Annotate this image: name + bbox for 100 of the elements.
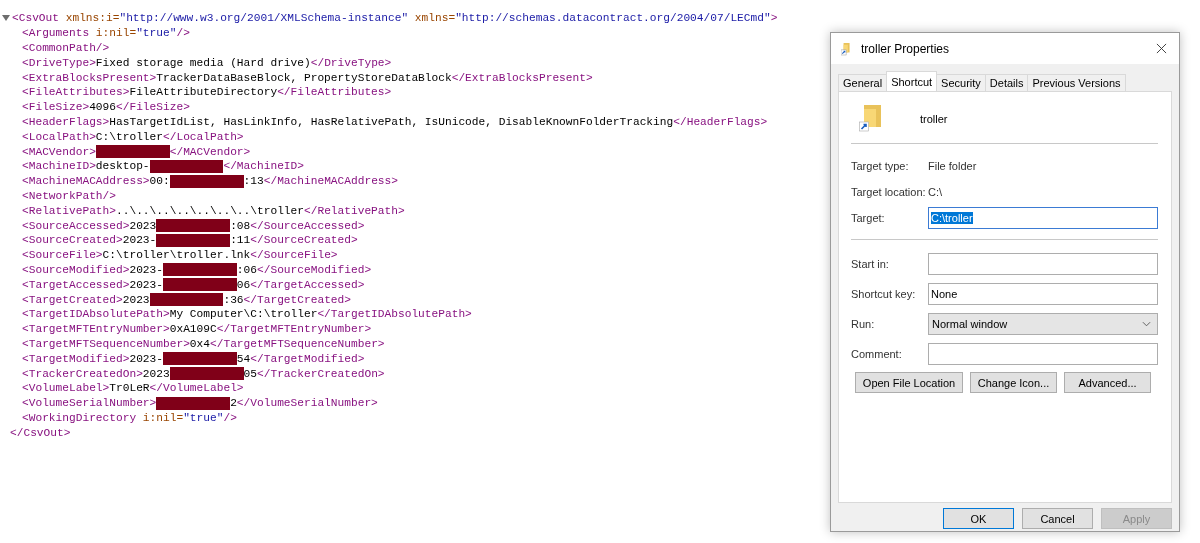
field-value: File folder	[928, 160, 977, 172]
xml-token: 00:	[149, 174, 170, 189]
xml-token: </SourceModified>	[257, 262, 372, 277]
xml-token: C:\troller\troller.lnk	[102, 248, 251, 263]
xml-token: </LocalPath>	[163, 129, 244, 144]
xml-token: "http://schemas.datacontract.org/2004/07/LECmd"	[455, 11, 771, 26]
xml-token: <TargetIDAbsolutePath>	[22, 307, 170, 322]
xml-token: <MachineID>	[22, 159, 96, 174]
xml-token: <LocalPath>	[22, 129, 96, 144]
xml-token: <FileSize>	[22, 100, 90, 115]
field-label: Target type:	[851, 160, 910, 172]
xml-token: </FileSize>	[116, 100, 190, 115]
shortcut-folder-icon	[859, 104, 883, 133]
xml-token: 05	[243, 366, 257, 381]
action-button[interactable]: Change Icon...	[970, 372, 1057, 393]
xml-token: 2023	[122, 292, 150, 307]
xml-token: <HeaderFlags>	[22, 114, 110, 129]
xml-token: :08	[230, 218, 251, 233]
xml-token: <SourceModified>	[22, 262, 130, 277]
xml-token: </FileAttributes>	[277, 85, 392, 100]
xml-token: i:nil=	[141, 410, 184, 425]
xml-token: Tr0LeR	[109, 381, 150, 396]
dialog-button[interactable]: Cancel	[1022, 508, 1093, 529]
shortcut-name: troller	[920, 112, 948, 125]
xml-token: </CsvOut>	[10, 425, 71, 440]
xml-token: xmlns=	[413, 11, 456, 26]
dialog-tab[interactable]: Previous Versions	[1027, 74, 1126, 91]
xml-token: FileAttributeDirectory	[129, 85, 278, 100]
close-icon[interactable]	[1156, 43, 1167, 54]
dropdown-chevron-icon	[1142, 321, 1151, 327]
dialog-tab[interactable]: Security	[936, 74, 986, 91]
xml-token: "http://www.w3.org/2001/XMLSchema-instance"	[119, 11, 409, 26]
xml-token: 2023-	[122, 233, 157, 248]
xml-token: <SourceCreated>	[22, 233, 123, 248]
input-field[interactable]	[928, 253, 1158, 275]
xml-token: 2023	[142, 366, 170, 381]
dialog-tab[interactable]: General	[838, 74, 888, 91]
xml-token: desktop-	[95, 159, 150, 174]
xml-token: </VolumeSerialNumber>	[236, 396, 378, 411]
xml-token: <MachineMACAddress>	[22, 174, 150, 189]
xml-token: <CommonPath/>	[22, 41, 110, 55]
xml-token: 0xA109C	[169, 322, 217, 337]
xml-token: 2	[230, 396, 237, 411]
xml-token: </SourceFile>	[250, 248, 338, 263]
xml-token: <SourceFile>	[22, 248, 103, 263]
xml-token: </TargetMFTEntryNumber>	[216, 322, 372, 337]
xml-token: </ExtraBlocksPresent>	[451, 70, 593, 85]
xml-token: </MachineMACAddress>	[263, 174, 398, 189]
dialog-button[interactable]: OK	[943, 508, 1014, 529]
input-field[interactable]: None	[928, 283, 1158, 305]
xml-token: </MACVendor>	[169, 144, 251, 159]
field-label: Run:	[851, 318, 876, 330]
xml-token: </RelativePath>	[304, 203, 405, 218]
xml-token: TrackerDataBaseBlock, PropertyStoreDataBlock	[156, 70, 452, 85]
xml-token: </SourceCreated>	[250, 233, 358, 248]
xml-token: <TargetModified>	[22, 351, 130, 366]
run-dropdown[interactable]: Normal window	[928, 313, 1158, 335]
dialog-tab[interactable]: Shortcut	[886, 71, 938, 91]
xml-token: <FileAttributes>	[22, 85, 130, 100]
xml-token: >	[770, 11, 778, 26]
xml-token: </TargetMFTSequenceNumber>	[210, 336, 385, 351]
xml-token: :11	[230, 233, 251, 248]
xml-token: <Arguments	[22, 26, 90, 41]
xml-token: <VolumeSerialNumber>	[22, 396, 157, 411]
action-button[interactable]: Open File Location	[855, 372, 963, 393]
xml-token: <VolumeLabel>	[22, 381, 110, 396]
xml-token: </VolumeLabel>	[149, 381, 244, 396]
xml-token: 54	[236, 351, 251, 366]
xml-token: 0x4	[189, 336, 210, 351]
xml-token: 2023-	[129, 277, 163, 292]
field-label: Comment:	[851, 348, 903, 360]
xml-token: />	[176, 26, 190, 41]
xml-token: 06	[236, 277, 251, 292]
xml-token: <TargetMFTEntryNumber>	[22, 322, 170, 337]
xml-token: </TargetAccessed>	[250, 277, 365, 292]
xml-token: 2023	[129, 218, 157, 233]
xml-token: "true"	[183, 410, 224, 425]
input-field[interactable]	[928, 343, 1158, 365]
xml-token: </SourceAccessed>	[250, 218, 365, 233]
xml-token: <TargetCreated>	[22, 292, 123, 307]
field-label: Start in:	[851, 258, 890, 270]
collapse-toggle-icon[interactable]	[2, 14, 10, 23]
window-title: troller Properties	[861, 41, 951, 56]
xml-token: <MACVendor>	[22, 144, 96, 159]
field-value: C:\	[928, 186, 943, 198]
xml-token: </MachineID>	[223, 159, 304, 174]
xml-token: C:\troller	[95, 129, 163, 144]
target-field[interactable]: C:\troller	[928, 207, 1158, 229]
xml-token: </TargetCreated>	[243, 292, 351, 307]
xml-token: </TargetIDAbsolutePath>	[317, 307, 472, 322]
xml-token: <ExtraBlocksPresent>	[22, 70, 157, 85]
xml-token: <RelativePath>	[22, 203, 116, 218]
xml-token: <TargetMFTSequenceNumber>	[22, 336, 190, 351]
xml-token: "true"	[136, 26, 177, 41]
xml-token: <WorkingDirectory	[22, 410, 137, 425]
field-label: Shortcut key:	[851, 288, 917, 300]
xml-token: My Computer\C:\troller	[169, 307, 318, 322]
xml-token: 2023-	[129, 351, 163, 366]
xml-token: 2023-	[129, 262, 163, 277]
action-button[interactable]: Advanced...	[1064, 372, 1151, 393]
